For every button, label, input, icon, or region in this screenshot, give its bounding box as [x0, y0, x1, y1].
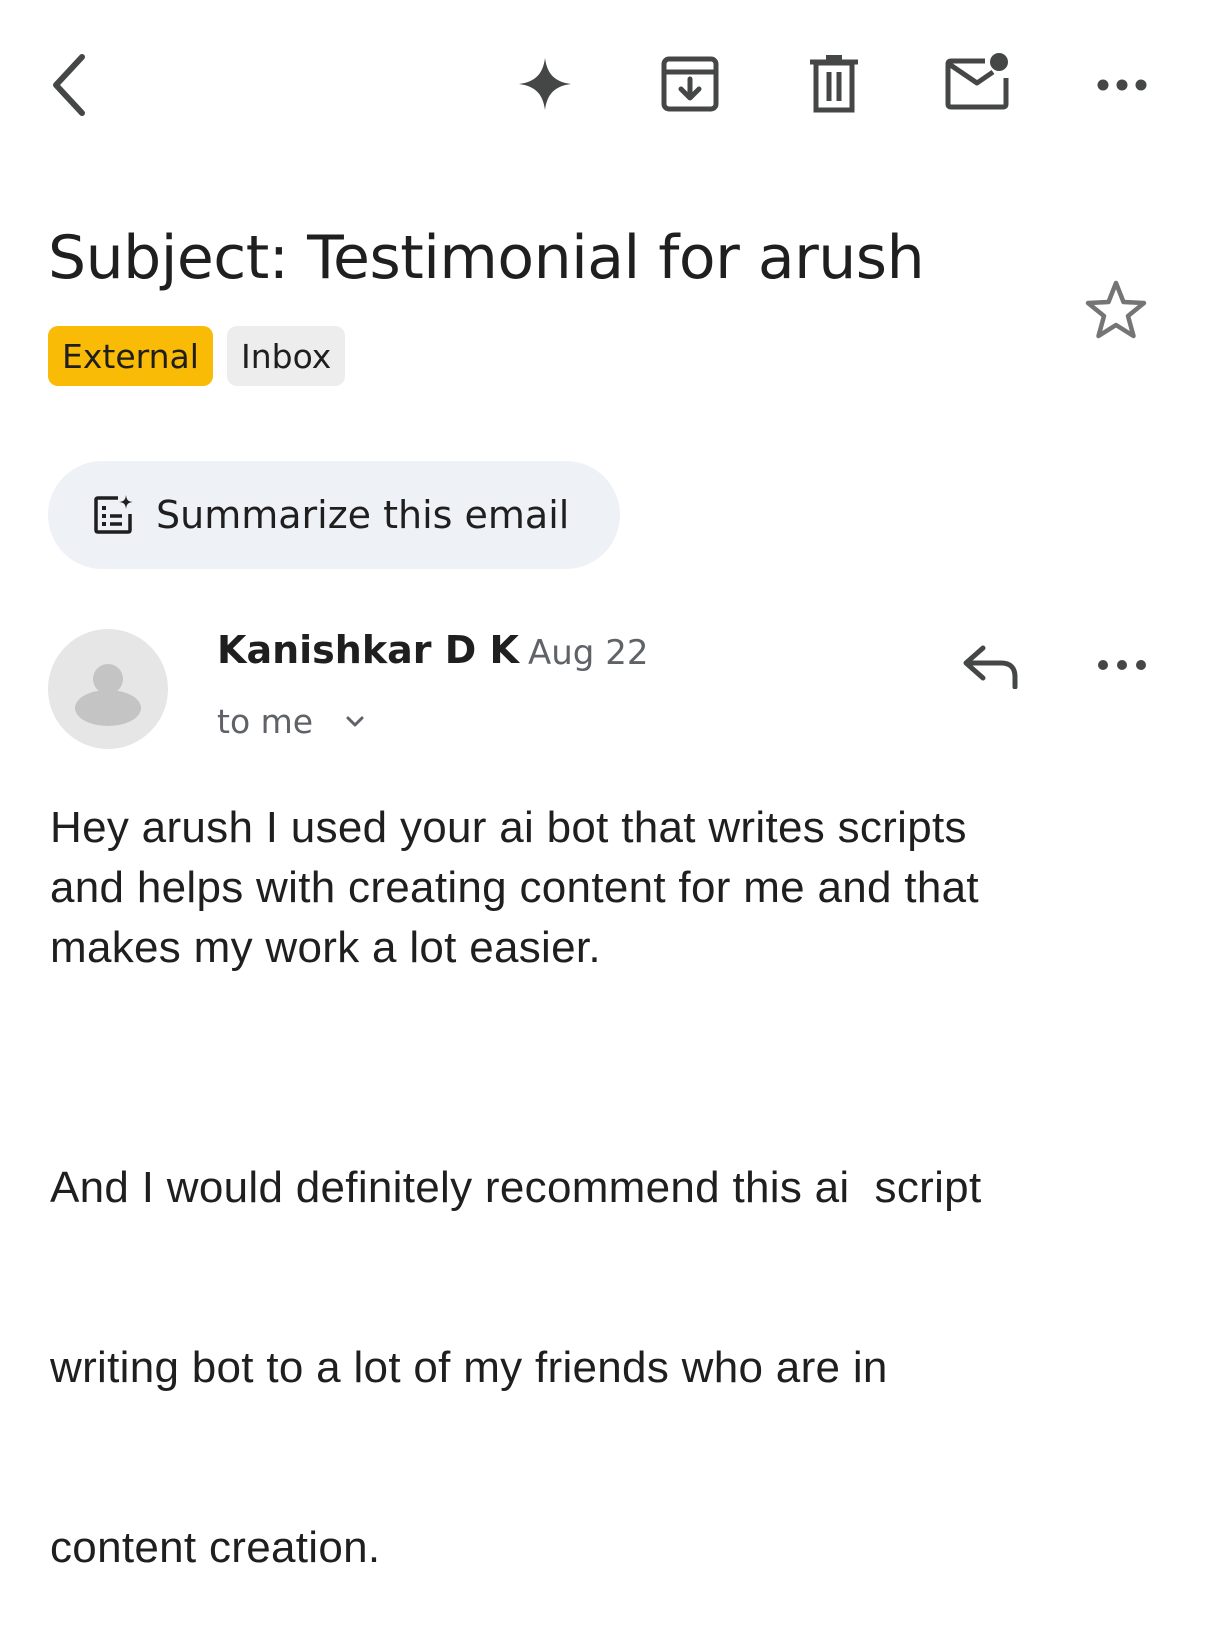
summarize-label: Summarize this email — [156, 493, 570, 537]
message-more-button[interactable] — [1092, 642, 1152, 688]
star-icon — [1085, 280, 1147, 339]
email-body-paragraph-2: And I would definitely recommend this ai… — [50, 1038, 1150, 1638]
message-date: Aug 22 — [528, 633, 649, 673]
recipient-label: to me — [217, 702, 314, 741]
more-icon — [1097, 79, 1147, 91]
email-body-paragraph-1: Hey arush I used your ai bot that writes… — [50, 798, 1150, 978]
gemini-button[interactable] — [515, 54, 575, 114]
summarize-email-button[interactable]: Summarize this email — [48, 461, 620, 569]
mark-unread-button[interactable] — [945, 52, 1011, 112]
gemini-icon — [519, 58, 571, 110]
label-external: External — [48, 326, 213, 386]
sender-name[interactable]: Kanishkar D K — [217, 628, 519, 672]
delete-button[interactable] — [804, 54, 864, 114]
label-inbox[interactable]: Inbox — [227, 326, 346, 386]
star-button[interactable] — [1082, 276, 1150, 344]
mark-unread-icon — [945, 53, 1009, 110]
reply-icon — [963, 645, 1018, 689]
recipient-details-toggle[interactable]: to me — [217, 702, 365, 741]
person-icon — [75, 664, 141, 726]
body-line: And I would definitely recommend this ai… — [50, 1163, 982, 1212]
archive-button[interactable] — [660, 54, 720, 114]
body-line: Hey arush I used your ai bot that writes… — [50, 803, 967, 852]
back-icon — [53, 54, 85, 116]
body-line: makes my work a lot easier. — [50, 923, 601, 972]
sender-avatar[interactable] — [48, 629, 168, 749]
chevron-down-icon — [346, 716, 364, 726]
body-line: writing bot to a lot of my friends who a… — [50, 1343, 888, 1392]
body-line: content creation. — [50, 1523, 381, 1572]
reply-button[interactable] — [956, 636, 1024, 696]
back-button[interactable] — [40, 50, 96, 120]
summarize-icon — [94, 495, 133, 534]
email-subject: Subject: Testimonial for arush — [48, 223, 925, 293]
more-options-button[interactable] — [1092, 60, 1152, 110]
more-icon — [1098, 660, 1146, 670]
body-line: and helps with creating content for me a… — [50, 863, 979, 912]
delete-icon — [810, 55, 858, 113]
archive-icon — [661, 56, 719, 112]
